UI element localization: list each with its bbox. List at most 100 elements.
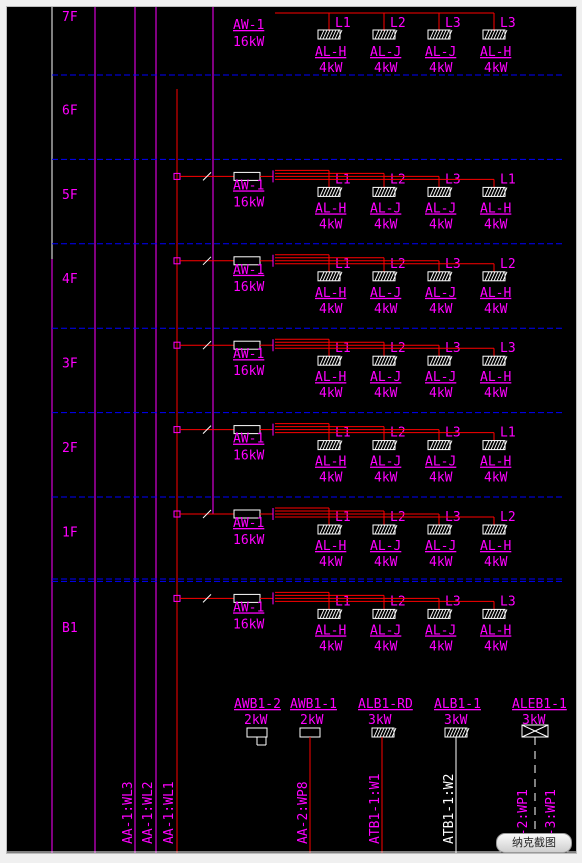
basement-panel-name: ALEB1-1: [512, 697, 567, 712]
load-name: AL-H: [480, 623, 511, 638]
feeder-label: AA-1:WL1: [162, 781, 177, 844]
load-power: 4kW: [319, 302, 343, 317]
floor-label: 2F: [62, 441, 78, 456]
phase-label: L1: [335, 16, 351, 31]
panel-name: AW-1: [233, 347, 264, 362]
load-name: AL-J: [370, 45, 401, 60]
load-power: 4kW: [374, 639, 398, 654]
feeder-label: AA-2:WP8: [296, 781, 311, 844]
load-name: AL-H: [315, 370, 346, 385]
riser-diagram: 7FAW-116kWL1AL-H4kWL2AL-J4kWL3AL-J4kWL3A…: [7, 7, 576, 853]
basement-panel-box: [299, 727, 321, 738]
load-power: 4kW: [484, 61, 508, 76]
panel-power: 16kW: [233, 617, 264, 632]
panel-power: 16kW: [233, 195, 264, 210]
phase-label: L3: [445, 16, 461, 31]
phase-label: L2: [500, 257, 516, 272]
load-power: 4kW: [374, 386, 398, 401]
basement-panel-power: 3kW: [522, 713, 546, 728]
basement-panel-power: 2kW: [244, 713, 268, 728]
panel-name: AW-1: [233, 18, 264, 33]
load-name: AL-J: [425, 201, 456, 216]
floor-label: 4F: [62, 272, 78, 287]
load-name: AL-J: [425, 455, 456, 470]
load-name: AL-H: [480, 45, 511, 60]
panel-power: 16kW: [233, 449, 264, 464]
panel-power: 16kW: [233, 364, 264, 379]
load-name: AL-J: [370, 623, 401, 638]
panel-name: AW-1: [233, 178, 264, 193]
phase-label: L2: [500, 510, 516, 525]
load-name: AL-H: [315, 286, 346, 301]
load-name: AL-H: [480, 201, 511, 216]
basement-panel-power: 3kW: [444, 713, 468, 728]
feeder-label: ATB1-1:W2: [442, 774, 457, 844]
floor-label: 5F: [62, 188, 78, 203]
load-name: AL-H: [480, 286, 511, 301]
basement-panel-box: [246, 727, 268, 738]
basement-panel-name: AWB1-2: [234, 697, 281, 712]
basement-panel-power: 3kW: [368, 713, 392, 728]
load-name: AL-J: [425, 539, 456, 554]
load-power: 4kW: [484, 471, 508, 486]
panel-name: AW-1: [233, 516, 264, 531]
phase-label: L1: [500, 172, 516, 187]
load-name: AL-H: [480, 539, 511, 554]
panel-power: 16kW: [233, 35, 264, 50]
load-power: 4kW: [429, 61, 453, 76]
basement-panel-name: ALB1-1: [434, 697, 481, 712]
load-name: AL-H: [315, 539, 346, 554]
load-name: AL-J: [370, 286, 401, 301]
load-power: 4kW: [374, 471, 398, 486]
floor-label: B1: [62, 621, 78, 636]
feeder-label: AA-1:WL3: [121, 781, 136, 844]
load-power: 4kW: [429, 555, 453, 570]
load-power: 4kW: [429, 471, 453, 486]
load-power: 4kW: [484, 555, 508, 570]
load-power: 4kW: [484, 639, 508, 654]
panel-power: 16kW: [233, 280, 264, 295]
phase-label: L3: [500, 341, 516, 356]
phase-label: L2: [390, 16, 406, 31]
load-name: AL-J: [425, 286, 456, 301]
load-power: 4kW: [319, 639, 343, 654]
basement-panel-power: 2kW: [300, 713, 324, 728]
panel-power: 16kW: [233, 533, 264, 548]
load-power: 4kW: [374, 61, 398, 76]
floor-label: 3F: [62, 357, 78, 372]
floor-label: 6F: [62, 103, 78, 118]
load-name: AL-H: [480, 455, 511, 470]
feeder-label: ATB1-1:W1: [368, 774, 383, 844]
phase-label: L3: [500, 594, 516, 609]
load-power: 4kW: [429, 302, 453, 317]
load-power: 4kW: [374, 555, 398, 570]
basement-panel-name: AWB1-1: [290, 697, 337, 712]
phase-label: L3: [500, 16, 516, 31]
load-power: 4kW: [429, 386, 453, 401]
load-power: 4kW: [484, 386, 508, 401]
floor-label: 7F: [62, 10, 78, 25]
panel-name: AW-1: [233, 432, 264, 447]
load-name: AL-J: [370, 455, 401, 470]
load-power: 4kW: [319, 471, 343, 486]
phase-label: L1: [500, 426, 516, 441]
load-name: AL-J: [370, 201, 401, 216]
load-name: AL-J: [370, 539, 401, 554]
load-name: AL-H: [315, 623, 346, 638]
load-power: 4kW: [484, 217, 508, 232]
load-name: AL-H: [315, 455, 346, 470]
diagram-frame: 7F AW-1 16kW L1 AL-H 4kW L2 AL-J 4kW L3 AL-J 4kW L3 A…: [6, 6, 577, 854]
load-power: 4kW: [319, 555, 343, 570]
load-power: 4kW: [319, 386, 343, 401]
load-power: 4kW: [484, 302, 508, 317]
load-power: 4kW: [319, 61, 343, 76]
load-power: 4kW: [374, 302, 398, 317]
floor-label: 1F: [62, 525, 78, 540]
panel-name: AW-1: [233, 600, 264, 615]
load-name: AL-H: [480, 370, 511, 385]
panel-name: AW-1: [233, 263, 264, 278]
load-name: AL-H: [315, 45, 346, 60]
load-power: 4kW: [374, 217, 398, 232]
load-name: AL-J: [425, 370, 456, 385]
basement-panel-name: ALB1-RD: [358, 697, 413, 712]
